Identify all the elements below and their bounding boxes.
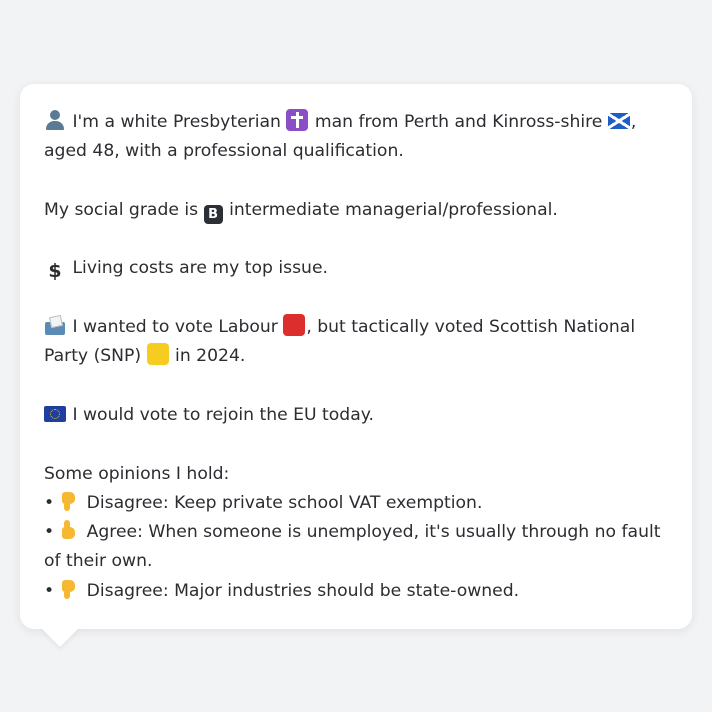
eu-text: I would vote to rejoin the EU today. xyxy=(72,404,374,425)
opinion-text: Agree: When someone is unemployed, it's … xyxy=(44,522,661,572)
issue-text: Living costs are my top issue. xyxy=(72,258,328,279)
opinion-text: Disagree: Major industries should be sta… xyxy=(86,580,520,601)
opinions-heading: Some opinions I hold: xyxy=(44,463,230,484)
bullet: • xyxy=(44,492,55,513)
social-grade-paragraph: My social grade is B intermediate manage… xyxy=(44,196,668,225)
thumbs-up-icon xyxy=(58,519,80,541)
scotland-flag-icon xyxy=(607,113,630,129)
bullet: • xyxy=(44,522,55,543)
opinion-item: • Disagree: Keep private school VAT exem… xyxy=(44,489,668,518)
letter-b-icon: B xyxy=(203,204,223,224)
issue-paragraph: $ Living costs are my top issue. xyxy=(44,254,668,283)
bullet: • xyxy=(44,580,55,601)
opinion-item: • Agree: When someone is unemployed, it'… xyxy=(44,518,668,577)
opinion-text: Disagree: Keep private school VAT exempt… xyxy=(86,492,483,513)
opinion-item: • Disagree: Major industries should be s… xyxy=(44,577,668,606)
vote-paragraph: I wanted to vote Labour , but tactically… xyxy=(44,313,668,372)
social-grade-part2: intermediate managerial/professional. xyxy=(229,199,558,220)
thumbs-down-icon xyxy=(58,490,80,512)
ballot-box-icon xyxy=(44,314,66,336)
yellow-square-icon xyxy=(146,343,169,366)
thumbs-down-icon xyxy=(58,578,80,600)
message-bubble: I'm a white Presbyterian man from Perth … xyxy=(20,84,692,629)
red-square-icon xyxy=(283,314,306,337)
intro-paragraph: I'm a white Presbyterian man from Perth … xyxy=(44,108,668,167)
eu-paragraph: I would vote to rejoin the EU today. xyxy=(44,401,668,430)
social-grade-part1: My social grade is xyxy=(44,199,199,220)
latin-cross-icon xyxy=(286,109,309,131)
dollar-sign-icon: $ xyxy=(48,260,62,283)
eu-flag-icon xyxy=(44,405,66,422)
intro-part1: I'm a white Presbyterian xyxy=(72,112,281,132)
vote-part1: I wanted to vote Labour xyxy=(72,317,278,338)
person-silhouette-icon xyxy=(44,109,66,131)
bubble-tail xyxy=(40,627,80,647)
intro-part2: man from Perth and Kinross-shire xyxy=(314,112,603,132)
vote-part3: in 2024. xyxy=(175,346,246,367)
